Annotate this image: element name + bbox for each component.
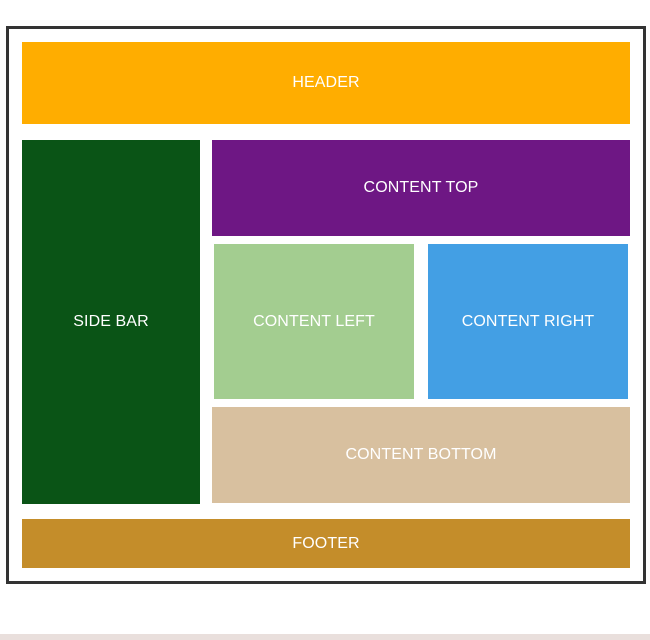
header-label: HEADER: [292, 74, 360, 91]
content-bottom-block: CONTENT BOTTOM: [212, 407, 630, 503]
content-top-block: CONTENT TOP: [212, 140, 630, 236]
footer-label: FOOTER: [292, 534, 360, 552]
content-bottom-label: CONTENT BOTTOM: [345, 446, 497, 463]
content-right-block: CONTENT RIGHT: [428, 244, 628, 399]
content-right-label: CONTENT RIGHT: [461, 312, 595, 330]
layout-frame: HEADER SIDE BAR CONTENT TOP CONTENT LEFT…: [6, 26, 646, 584]
footer-block: FOOTER: [22, 519, 630, 568]
page-bottom-strip: [0, 634, 650, 640]
sidebar-label: SIDE BAR: [73, 313, 149, 330]
content-top-label: CONTENT TOP: [363, 179, 479, 196]
header-block: HEADER: [22, 42, 630, 124]
content-left-label: CONTENT LEFT: [253, 312, 375, 330]
sidebar-block: SIDE BAR: [22, 140, 200, 504]
content-left-block: CONTENT LEFT: [214, 244, 414, 399]
